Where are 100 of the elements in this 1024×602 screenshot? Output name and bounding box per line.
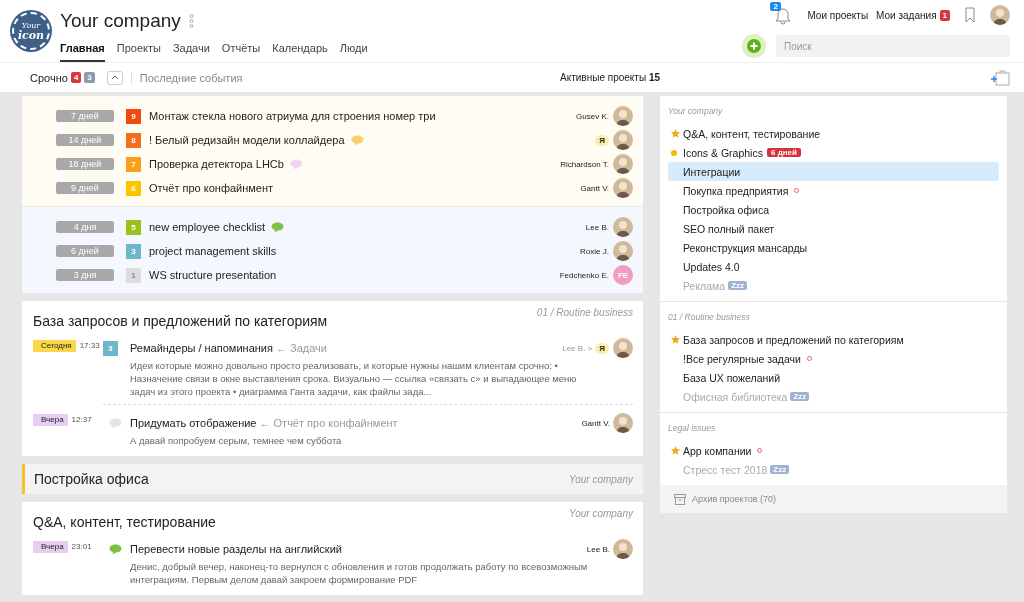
day-badge: Вчера [33, 414, 68, 427]
project-name: Your company [569, 508, 633, 520]
avatar [613, 539, 633, 560]
overdue-badge: 6 дней [766, 148, 801, 157]
assignee-name: Roxie J. [580, 246, 609, 256]
time-label: 17:33 [79, 341, 100, 350]
active-projects: Активные проекты 15 [560, 72, 660, 83]
task-title[interactable]: Отчёт про конфайнмент [149, 182, 274, 194]
nav-link[interactable]: Мои задания 1 [876, 9, 950, 21]
project-title[interactable]: База запросов и предложений по категориям [33, 313, 328, 329]
assignee-name: Gantt V. [580, 183, 609, 193]
chevron-up-icon [110, 75, 119, 80]
age-badge: 14 дней [56, 134, 114, 146]
project-item[interactable]: База запросов и предложений по категориям [668, 330, 999, 349]
age-badge: 9 дней [56, 182, 114, 194]
project-item[interactable]: Q&A, контент, тестирование [668, 124, 999, 143]
priority-badge: 8 [126, 132, 141, 148]
task-title[interactable]: ! Белый редизайн модели коллайдера [149, 134, 345, 146]
entry-title[interactable]: Придумать отображение [130, 417, 257, 430]
entry-text: Денис, добрый вечер, наконец-то вернулся с обновления и готов продолжать работу по всевозможным интеграциям. Первым делом давай закроем формирование PDF [129, 561, 589, 587]
company-title: Your company [60, 10, 181, 32]
nav-tab[interactable]: Проекты [116, 40, 161, 62]
group-label: Your company [668, 106, 724, 116]
notification-count: 2 [770, 2, 781, 11]
project-title: Updates 4.0 [683, 260, 740, 273]
sleep-badge: Zzz [770, 465, 790, 474]
avatar: FE [613, 265, 633, 285]
project-item[interactable]: !Все регулярные задачи [668, 349, 999, 368]
age-badge: 3 дня [56, 269, 114, 281]
project-title: Стресс тест 2018 [683, 463, 768, 476]
project-title: App компании [683, 444, 752, 457]
project-title: Покупка предприятия [683, 184, 789, 197]
urgent-label: Срочно [30, 71, 68, 84]
task-title[interactable]: Проверка детектора LHCb [149, 158, 284, 170]
nav-tab[interactable]: Задачи [172, 40, 210, 62]
project-item[interactable]: Покупка предприятия [668, 181, 999, 200]
me-badge: Я [595, 342, 609, 354]
project-title[interactable]: Q&A, контент, тестирование [33, 514, 216, 531]
author-name: Lee B. [586, 544, 610, 554]
project-item[interactable]: Реконструкция мансарды [668, 238, 999, 257]
project-item[interactable]: Постройка офиса [668, 200, 999, 219]
task-count: 1 [939, 9, 950, 21]
priority-badge: 1 [126, 267, 141, 283]
project-title: Реклама [683, 279, 726, 292]
avatar [613, 413, 633, 434]
project-title: База запросов и предложений по категориям [683, 333, 904, 346]
project-item[interactable]: SEO полный пакет [668, 219, 999, 238]
urgent-count: 3 [84, 72, 95, 83]
project-name: Your company [569, 473, 633, 485]
project-title: Интеграции [683, 165, 741, 178]
project-item[interactable]: Updates 4.0 [668, 257, 999, 276]
nav-tab[interactable]: Календарь [272, 40, 328, 62]
recent-events-link[interactable]: Последние события [130, 71, 243, 84]
priority-badge: 6 [126, 180, 141, 196]
assignee-name: Lee B. [585, 222, 609, 232]
project-item[interactable]: База UX пожеланий [668, 368, 999, 387]
sleep-badge: Zzz [728, 281, 747, 290]
priority-badge: 3 [126, 243, 141, 259]
nav-link[interactable]: Мои проекты [807, 9, 869, 21]
project-item[interactable]: Icons & Graphics 6 дней [668, 143, 999, 162]
age-badge: 6 дней [56, 245, 114, 257]
entry-title[interactable]: Перевести новые разделы на английский [130, 543, 342, 556]
bookmark-icon[interactable] [964, 7, 976, 23]
group-label: Legal issues [668, 423, 717, 433]
project-title: Постройка офиса [34, 471, 149, 488]
project-item[interactable]: App компании [668, 441, 999, 460]
task-title[interactable]: Монтаж стекла нового атриума для строения номер три [149, 110, 436, 122]
project-title: SEO полный пакет [683, 222, 775, 235]
add-project-icon[interactable] [990, 69, 1010, 86]
time-label: 23:01 [71, 542, 92, 552]
priority-badge: 5 [126, 219, 141, 235]
nav-tab[interactable]: Люди [339, 40, 368, 62]
project-title: Постройка офиса [683, 203, 769, 216]
time-label: 12:37 [71, 415, 92, 425]
collapse-button[interactable] [106, 70, 123, 85]
author-name: Lee B. > [562, 343, 593, 353]
avatar [613, 338, 633, 358]
author-name: Gantt V. [581, 418, 610, 428]
project-title: Q&A, контент, тестирование [683, 127, 821, 140]
add-button[interactable] [742, 34, 766, 58]
nav-tab[interactable]: Отчёты [221, 40, 261, 62]
task-title[interactable]: WS structure presentation [149, 269, 277, 281]
age-badge: 18 дней [56, 158, 114, 170]
urgent-count: 4 [70, 72, 82, 83]
assignee-name: Fedchenko E. [559, 270, 609, 280]
project-title: Icons & Graphics [683, 146, 763, 159]
logo[interactable]: Your icon [12, 12, 50, 50]
entry-title[interactable]: Ремайндеры / напоминания [130, 342, 273, 354]
search-field[interactable]: Поиск [776, 35, 1010, 57]
task-title[interactable]: new employee checklist [149, 221, 266, 233]
project-header[interactable]: Постройка офиса Your company [22, 464, 643, 495]
more-icon[interactable] [188, 14, 194, 28]
archive-icon [674, 493, 686, 505]
priority-badge: 7 [126, 156, 141, 172]
me-badge: Я [595, 134, 609, 146]
entry-text: Идеи которые можно довольно просто реализовать, и которые нужны нашим клиентам срочно: • Назначение связи в окне выставления срока. Визуально — ссылка «связать с» и выпадающее меню задач из этого проекта • диаграмма Ганта задачи, как файлы зада... [129, 360, 578, 399]
task-title[interactable]: project management skills [149, 245, 277, 257]
project-title: Реконструкция мансарды [683, 241, 808, 254]
entry-text: А давай попробуем серым, темнее чем суббота [129, 435, 343, 449]
project-item[interactable]: Интеграции [668, 162, 999, 181]
